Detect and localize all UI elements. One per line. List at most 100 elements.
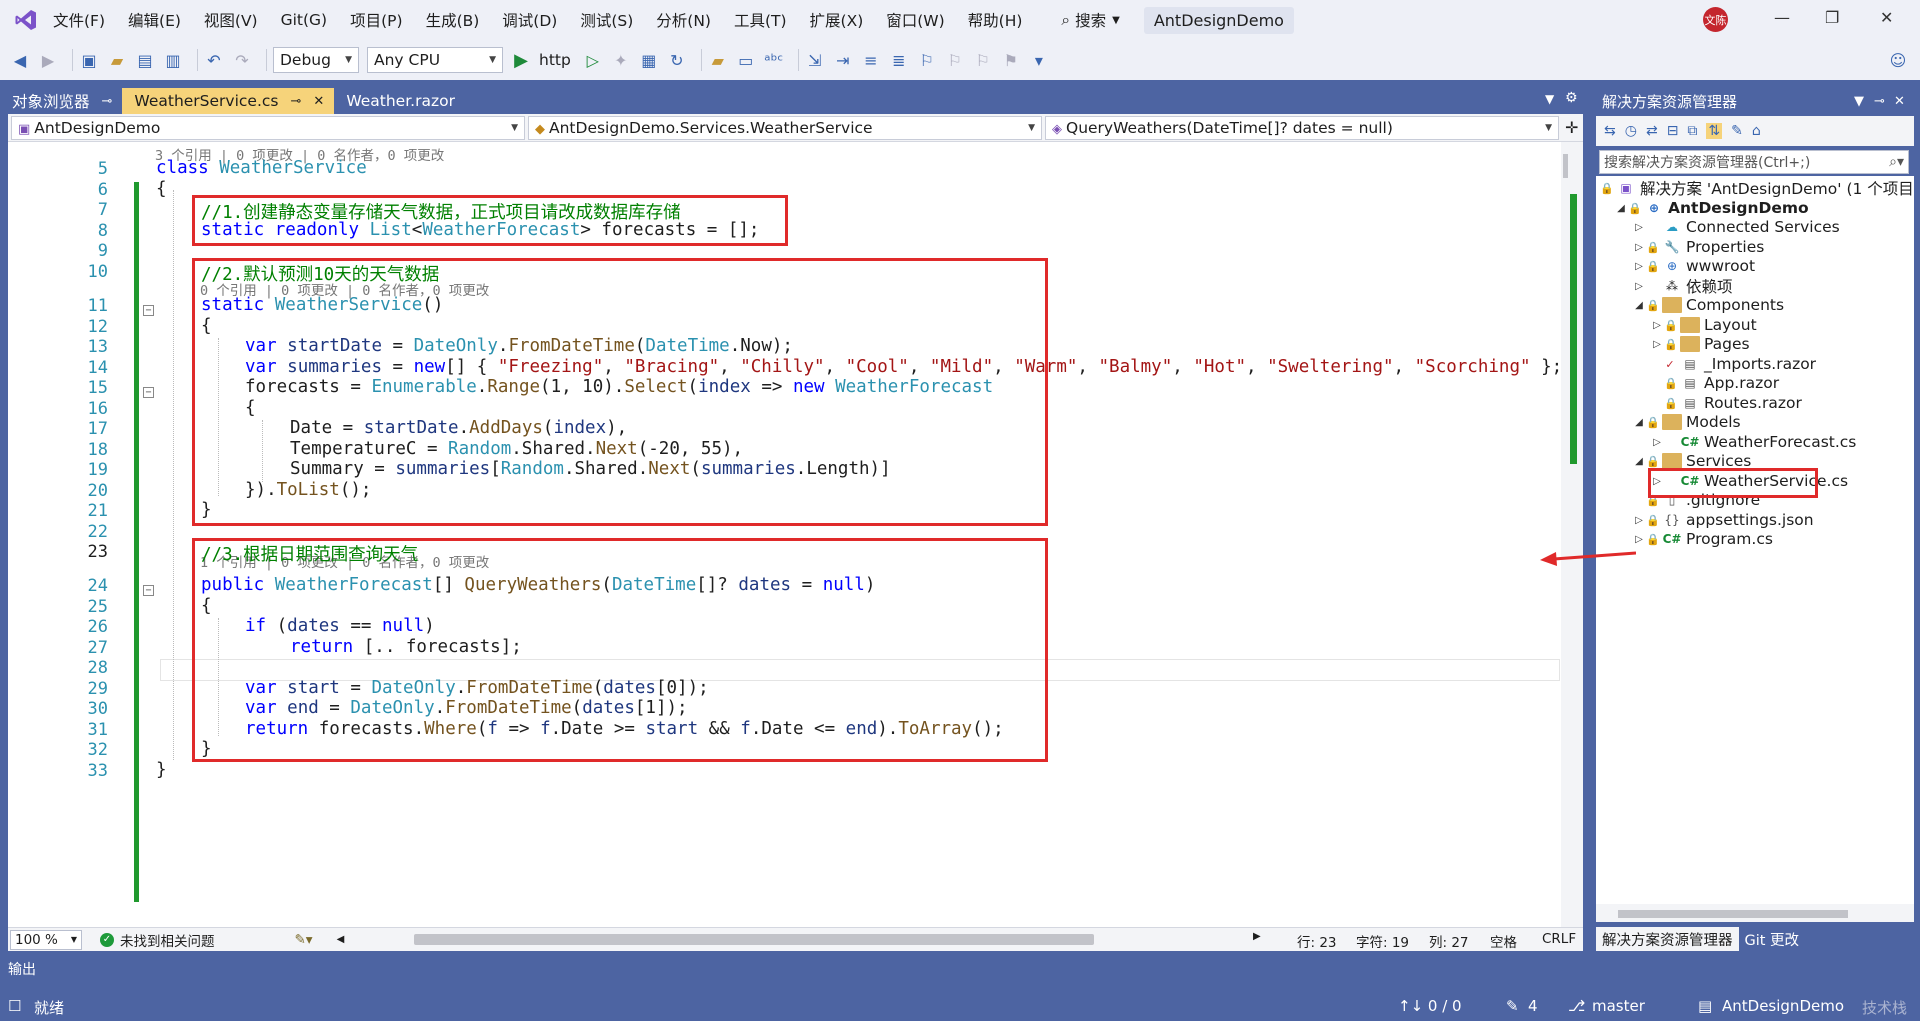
- tree-models[interactable]: ◢ 🔒 Models: [1632, 411, 1740, 433]
- line-indicator[interactable]: 行: 23: [1297, 931, 1337, 951]
- fold-toggle[interactable]: −: [143, 387, 154, 398]
- collapsed-arrow-icon[interactable]: ▷: [1632, 242, 1646, 253]
- member-dropdown[interactable]: ◈ QueryWeathers(DateTime[]? dates = null)…: [1045, 115, 1559, 140]
- menu-git[interactable]: Git(G): [281, 11, 328, 29]
- solution-horizontal-scrollbar[interactable]: [1596, 904, 1914, 922]
- minimize-icon[interactable]: —: [1774, 8, 1790, 27]
- menu-view[interactable]: 视图(V): [204, 9, 258, 31]
- scroll-left-icon[interactable]: ◀: [337, 934, 345, 945]
- git-branch[interactable]: master: [1592, 997, 1645, 1015]
- tree-wwwroot[interactable]: ▷ 🔒 ⊕ wwwroot: [1632, 255, 1755, 277]
- new-project-icon[interactable]: ▣: [79, 50, 99, 70]
- collapsed-arrow-icon[interactable]: ▷: [1632, 261, 1646, 272]
- sync-icon[interactable]: ⇄: [1646, 123, 1658, 139]
- collapsed-arrow-icon[interactable]: ▷: [1632, 281, 1646, 292]
- expanded-arrow-icon[interactable]: ◢: [1632, 300, 1646, 311]
- project-dropdown[interactable]: ▣ AntDesignDemo ▼: [11, 115, 525, 140]
- history-icon[interactable]: ◷: [1625, 123, 1637, 139]
- collapsed-arrow-icon[interactable]: ▷: [1632, 222, 1646, 233]
- layout-icon[interactable]: ▭: [736, 50, 756, 70]
- code-editor[interactable]: ▣ AntDesignDemo ▼ ◆ AntDesignDemo.Services…: [8, 114, 1583, 950]
- forward-icon[interactable]: ▶: [38, 50, 58, 70]
- horizontal-scrollbar-thumb[interactable]: [414, 934, 1094, 945]
- brush-icon[interactable]: ✎▾: [295, 932, 313, 948]
- status-notification-icon[interactable]: ☐: [8, 997, 21, 1015]
- search-button[interactable]: ⌕ 搜索 ▼: [1061, 9, 1119, 31]
- uncomment-icon[interactable]: ≣: [889, 50, 909, 70]
- type-dropdown[interactable]: ◆ AntDesignDemo.Services.WeatherService ▼: [528, 115, 1042, 140]
- tree-components[interactable]: ◢ 🔒 Components: [1632, 294, 1784, 316]
- issues-status[interactable]: 未找到相关问题: [120, 930, 215, 950]
- menu-edit[interactable]: 编辑(E): [128, 9, 181, 31]
- spell-check-icon[interactable]: ᵃᵇᶜ: [764, 50, 784, 70]
- track-active-icon[interactable]: ⇅: [1706, 123, 1723, 139]
- collapsed-arrow-icon[interactable]: ▷: [1632, 515, 1646, 526]
- menu-analyze[interactable]: 分析(N): [656, 9, 711, 31]
- back-icon[interactable]: ◀: [10, 50, 30, 70]
- toolbar-overflow-icon[interactable]: ▾: [1029, 50, 1049, 70]
- close-icon[interactable]: ✕: [1894, 94, 1905, 109]
- step-into-icon[interactable]: ⇲: [805, 50, 825, 70]
- menu-window[interactable]: 窗口(W): [886, 9, 944, 31]
- expanded-arrow-icon[interactable]: ◢: [1632, 456, 1646, 467]
- split-editor-icon[interactable]: ✛: [1565, 118, 1578, 137]
- platform-select[interactable]: Any CPU ▼: [367, 47, 503, 73]
- tab-object-browser[interactable]: 对象浏览器 ⊸: [0, 88, 122, 114]
- tab-git-changes[interactable]: Git 更改: [1739, 927, 1806, 951]
- menu-help[interactable]: 帮助(H): [968, 9, 1023, 31]
- tree-app-razor[interactable]: 🔒 ▤ App.razor: [1650, 372, 1779, 394]
- menu-test[interactable]: 测试(S): [580, 9, 633, 31]
- restore-icon[interactable]: ❐: [1825, 8, 1839, 27]
- git-repository[interactable]: AntDesignDemo: [1722, 997, 1844, 1015]
- collapsed-arrow-icon[interactable]: ▷: [1650, 339, 1664, 350]
- show-all-files-icon[interactable]: ⧉: [1687, 123, 1697, 139]
- zoom-select[interactable]: 100 % ▼: [10, 929, 82, 950]
- close-icon[interactable]: ✕: [1880, 8, 1893, 27]
- comment-icon[interactable]: ≡: [861, 50, 881, 70]
- properties-icon[interactable]: ✎: [1731, 123, 1743, 139]
- preview-icon[interactable]: ⌂: [1752, 123, 1761, 139]
- visual-studio-logo-icon[interactable]: [13, 7, 39, 33]
- menu-file[interactable]: 文件(F): [53, 9, 105, 31]
- switch-views-icon[interactable]: ⇆: [1604, 123, 1616, 139]
- tab-overflow-icon[interactable]: ▼: [1545, 92, 1554, 106]
- scrollbar-thumb[interactable]: [1618, 910, 1848, 918]
- solution-search-input[interactable]: 搜索解决方案资源管理器(Ctrl+;) ⌕▾: [1599, 150, 1909, 174]
- collapsed-arrow-icon[interactable]: ▷: [1650, 320, 1664, 331]
- run-profile-label[interactable]: http: [539, 51, 571, 69]
- git-sync-status[interactable]: ↑↓ 0 / 0: [1398, 997, 1462, 1015]
- collapsed-arrow-icon[interactable]: ▷: [1632, 534, 1646, 545]
- solution-tree[interactable]: 🔒 ▣ 解决方案 'AntDesignDemo' (1 个项目, ◢ 🔒 ⊕ A…: [1596, 176, 1914, 904]
- tree-pages[interactable]: ▷ 🔒 Pages: [1650, 333, 1749, 355]
- expanded-arrow-icon[interactable]: ◢: [1632, 417, 1646, 428]
- save-icon[interactable]: ▤: [135, 50, 155, 70]
- scrollbar-thumb[interactable]: [1563, 154, 1568, 178]
- fold-toggle[interactable]: −: [143, 585, 154, 596]
- tab-solution-explorer[interactable]: 解决方案资源管理器: [1596, 927, 1739, 951]
- solution-explorer-icon[interactable]: ▰: [708, 50, 728, 70]
- char-indicator[interactable]: 字符: 19: [1356, 931, 1409, 951]
- undo-icon[interactable]: ↶: [204, 50, 224, 70]
- prev-bookmark-icon[interactable]: ⚐: [945, 50, 965, 70]
- redo-icon[interactable]: ↷: [232, 50, 252, 70]
- pending-edits-count[interactable]: 4: [1528, 997, 1538, 1015]
- menu-debug[interactable]: 调试(D): [502, 9, 557, 31]
- chevron-down-icon[interactable]: ▼: [1854, 94, 1864, 109]
- clear-bookmarks-icon[interactable]: ⚑: [1001, 50, 1021, 70]
- close-tab-icon[interactable]: ✕: [313, 94, 324, 109]
- refresh-icon[interactable]: ↻: [667, 50, 687, 70]
- pin-icon[interactable]: ⊸: [102, 94, 113, 109]
- collapse-all-icon[interactable]: ⊟: [1667, 123, 1679, 139]
- open-folder-icon[interactable]: ▰: [107, 50, 127, 70]
- start-debugging-icon[interactable]: ▶: [511, 50, 531, 71]
- code-area[interactable]: 3 个引用 | 0 项更改 | 0 名作者，0 项更改 0 个引用 | 0 项更…: [8, 142, 1561, 936]
- collapsed-arrow-icon[interactable]: ▷: [1650, 437, 1664, 448]
- hot-reload-icon[interactable]: ✦: [611, 50, 631, 70]
- pin-icon[interactable]: ⊸: [1874, 94, 1885, 109]
- menu-project[interactable]: 项目(P): [350, 9, 402, 31]
- feedback-icon[interactable]: ☺: [1888, 50, 1908, 70]
- fold-toggle[interactable]: −: [143, 305, 154, 316]
- col-indicator[interactable]: 列: 27: [1429, 931, 1469, 951]
- menu-build[interactable]: 生成(B): [426, 9, 480, 31]
- output-panel-tab[interactable]: 输出: [0, 955, 1920, 985]
